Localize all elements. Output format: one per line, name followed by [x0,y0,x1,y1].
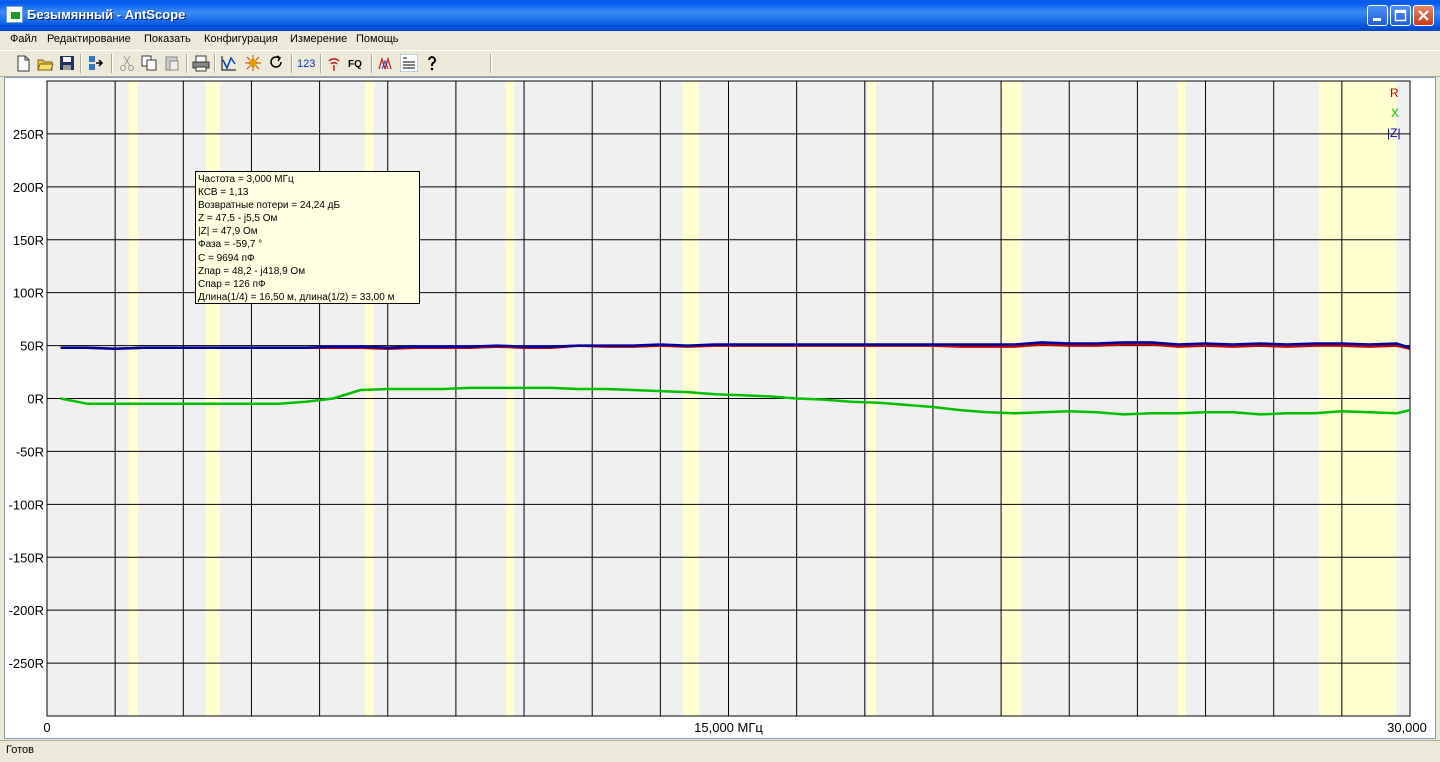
legend-x: X [1391,106,1400,120]
graph-area[interactable]: 250R 200R 150R 100R 50R 0R -50R -100R -150R -200R… [4,77,1436,739]
y-tick-label: 150R [13,233,44,248]
x-tick-label: 30,000 [1387,720,1427,735]
cut-icon[interactable] [118,54,136,72]
tooltip-impedance: Z = 47,5 - j5,5 Ом [198,213,278,225]
tooltip-parallel-impedance: Zпар = 48,2 - j418,9 Ом [198,265,306,277]
menu-edit[interactable]: Редактирование [47,33,131,45]
signal-generator-icon[interactable] [325,54,343,72]
y-tick-label: 250R [13,127,44,142]
menu-help[interactable]: Помощь [356,33,399,45]
open-folder-icon[interactable] [36,54,54,72]
maximize-icon [1394,9,1407,22]
new-file-icon[interactable] [14,54,32,72]
legend-z: |Z| [1387,126,1401,140]
y-tick-label: -250R [9,656,44,671]
minimize-icon [1373,18,1381,21]
window-title: Безымянный - AntScope [27,7,186,22]
numeric-label: 123 [297,58,315,70]
x-tick-label: 0 [43,720,50,735]
tooltip-capacitance: C = 9694 пФ [198,252,255,264]
y-tick-label: 50R [20,339,44,354]
close-button[interactable] [1413,5,1434,26]
frequency-label: FQ [348,59,362,70]
tooltip-frequency: Частота = 3,000 МГц [198,174,294,185]
maximize-button[interactable] [1390,5,1411,26]
export-icon[interactable] [87,54,105,72]
y-tick-label: 0R [27,392,44,407]
refresh-icon[interactable] [267,54,285,72]
tooltip-phase: Фаза = -59,7 ° [198,239,263,251]
help-icon[interactable] [423,54,441,72]
menu-bar: Файл Редактирование Показать Конфигураци… [0,31,1440,49]
sweep-icon[interactable] [244,54,262,72]
paste-icon[interactable] [163,54,181,72]
copy-icon[interactable] [140,54,158,72]
y-tick-label: -100R [9,497,44,512]
y-tick-label: 200R [13,180,44,195]
minimize-button[interactable] [1367,5,1388,26]
menu-view[interactable]: Показать [144,33,191,45]
tooltip-parallel-capacitance: Спар = 126 пФ [198,278,266,290]
scan-graph-icon[interactable] [220,54,238,72]
y-tick-label: 100R [13,286,44,301]
tooltip-return-loss: Возвратные потери = 24,24 дБ [198,200,341,212]
numeric-icon[interactable]: 123 [296,54,318,72]
toolbar: 123 FQ [0,50,1440,77]
app-icon[interactable] [6,6,23,23]
status-bar: Готов [0,740,1440,762]
y-tick-label: -200R [9,603,44,618]
print-icon[interactable] [192,54,210,72]
x-tick-label: 15,000 МГц [694,720,763,735]
auto-scale-icon[interactable] [377,54,395,72]
save-icon[interactable] [58,54,76,72]
y-tick-label: -50R [16,444,44,459]
menu-configuration[interactable]: Конфигурация [204,33,278,45]
legend-r: R [1390,86,1399,100]
y-tick-label: -150R [9,550,44,565]
frequency-icon[interactable]: FQ [347,54,369,72]
close-icon [1418,10,1429,21]
measurement-tooltip: Частота = 3,000 МГц КСВ = 1,13 Возвратны… [195,171,420,304]
menu-file[interactable]: Файл [10,33,37,45]
memo-icon[interactable] [400,54,418,72]
tooltip-length: Длина(1/4) = 16,50 м, длина(1/2) = 33,00… [198,291,395,303]
status-text: Готов [6,744,34,756]
tooltip-impedance-magnitude: |Z| = 47,9 Ом [198,226,258,238]
title-bar[interactable]: Безымянный - AntScope [0,0,1440,31]
menu-measurement[interactable]: Измерение [290,33,347,45]
tooltip-swr: КСВ = 1,13 [198,187,249,199]
